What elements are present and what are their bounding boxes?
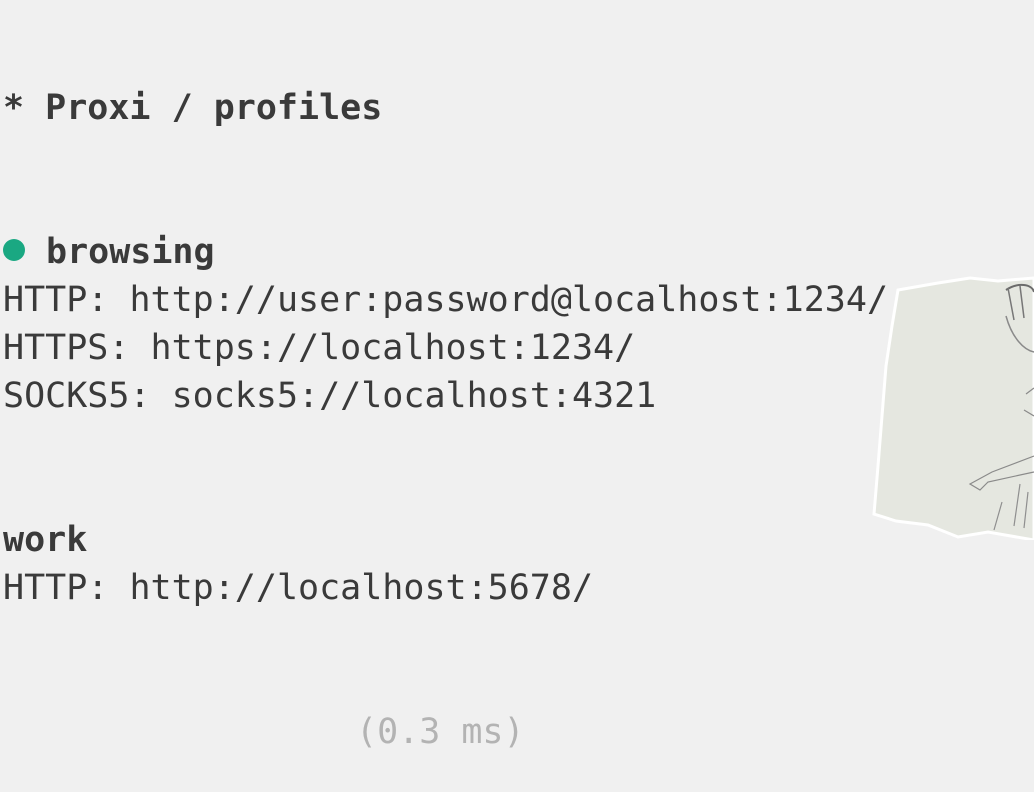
proxy-label: SOCKS5: xyxy=(3,376,151,416)
active-status-dot-icon xyxy=(3,239,25,261)
proxy-url: socks5://localhost:4321 xyxy=(171,376,657,416)
proxy-label: HTTPS: xyxy=(3,328,130,368)
profile-browsing[interactable]: browsing xyxy=(3,228,215,276)
proxy-url: http://user:password@localhost:1234/ xyxy=(129,280,889,320)
proxy-entry-http: HTTP: http://user:password@localhost:123… xyxy=(3,276,888,324)
profile-name: browsing xyxy=(46,232,215,272)
sketch-illustration xyxy=(872,276,1034,540)
profile-work[interactable]: work xyxy=(3,516,87,564)
proxy-entry-socks5: SOCKS5: socks5://localhost:4321 xyxy=(3,372,656,420)
proxy-label: HTTP: xyxy=(3,280,109,320)
page-title: * Proxi / profiles xyxy=(3,88,383,128)
proxy-url: https://localhost:1234/ xyxy=(150,328,636,368)
proxy-url: http://localhost:5678/ xyxy=(129,568,594,608)
timing-readout: (0.3 ms) xyxy=(356,712,525,752)
proxy-entry-https: HTTPS: https://localhost:1234/ xyxy=(3,324,635,372)
proxy-entry-http: HTTP: http://localhost:5678/ xyxy=(3,564,593,612)
profile-name: work xyxy=(3,520,88,560)
proxy-label: HTTP: xyxy=(3,568,109,608)
